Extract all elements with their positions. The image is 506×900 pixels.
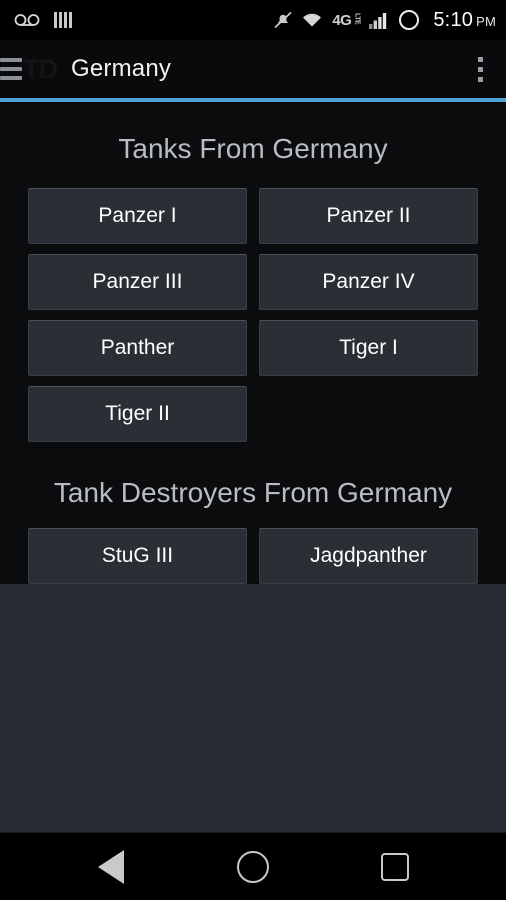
tank-button-panther[interactable]: Panther xyxy=(28,320,247,376)
empty-space xyxy=(0,584,506,832)
overflow-dot xyxy=(477,56,483,62)
hamburger-line xyxy=(0,67,22,71)
back-triangle-icon xyxy=(98,849,124,884)
tank-button-tiger-i[interactable]: Tiger I xyxy=(259,320,478,376)
status-bar-left-icons xyxy=(14,11,72,29)
hamburger-menu-icon[interactable] xyxy=(0,58,22,80)
ringer-muted-icon xyxy=(274,11,292,29)
clock-ampm: PM xyxy=(476,13,496,29)
system-navigation-bar xyxy=(0,832,506,900)
overflow-menu-icon[interactable] xyxy=(468,47,492,91)
tank-button-panzer-i[interactable]: Panzer I xyxy=(28,188,247,244)
section-title-tank-destroyers: Tank Destroyers From Germany xyxy=(53,477,453,508)
network-lte-label: LTE xyxy=(353,12,361,24)
status-bar: 4G LTE 5:10 PM xyxy=(0,0,506,40)
content-area: Tanks From Germany Panzer I Panzer II Pa… xyxy=(0,102,506,832)
tank-destroyer-button-stug-iii[interactable]: StuG III xyxy=(28,528,247,584)
clock-time: 5:10 xyxy=(433,8,474,31)
tank-destroyers-section: Tank Destroyers From Germany StuG III Ja… xyxy=(0,442,506,584)
tank-destroyer-button-jagdpanther[interactable]: Jagdpanther xyxy=(259,528,478,584)
overflow-dot xyxy=(477,76,483,82)
network-type-label: 4G xyxy=(332,11,352,29)
nav-back-button[interactable] xyxy=(81,837,141,897)
tanks-grid: Panzer I Panzer II Panzer III Panzer IV … xyxy=(28,188,478,442)
status-bar-clock: 5:10 PM xyxy=(433,9,496,32)
recents-square-icon xyxy=(381,852,409,881)
tank-button-panzer-iii[interactable]: Panzer III xyxy=(28,254,247,310)
wifi-icon xyxy=(303,13,322,27)
overflow-dot xyxy=(477,66,483,72)
section-title-tanks: Tanks From Germany xyxy=(118,133,388,164)
action-bar: TD Germany xyxy=(0,40,506,98)
signal-bars-icon xyxy=(369,12,387,29)
tank-destroyers-grid: StuG III Jagdpanther xyxy=(28,528,478,584)
alarm-circle-icon xyxy=(399,10,420,30)
phone-screen: 4G LTE 5:10 PM TD Germany Tanks From Ger… xyxy=(0,0,506,900)
nav-home-button[interactable] xyxy=(223,837,283,897)
hamburger-line xyxy=(0,58,22,62)
tanks-section: Tanks From Germany Panzer I Panzer II Pa… xyxy=(0,102,506,442)
home-circle-icon xyxy=(237,850,269,883)
equalizer-bars-icon xyxy=(54,12,72,28)
page-title: Germany xyxy=(71,55,172,82)
tank-button-panzer-iv[interactable]: Panzer IV xyxy=(259,254,478,310)
hamburger-line xyxy=(0,76,22,80)
tank-button-tiger-ii[interactable]: Tiger II xyxy=(28,386,247,442)
app-logo: TD xyxy=(23,53,58,84)
voicemail-icon xyxy=(14,14,40,26)
status-bar-right-icons: 4G LTE 5:10 PM xyxy=(274,9,496,32)
nav-recents-button[interactable] xyxy=(365,837,425,897)
network-4g-lte-icon: 4G LTE xyxy=(332,13,360,28)
tank-button-panzer-ii[interactable]: Panzer II xyxy=(259,188,478,244)
